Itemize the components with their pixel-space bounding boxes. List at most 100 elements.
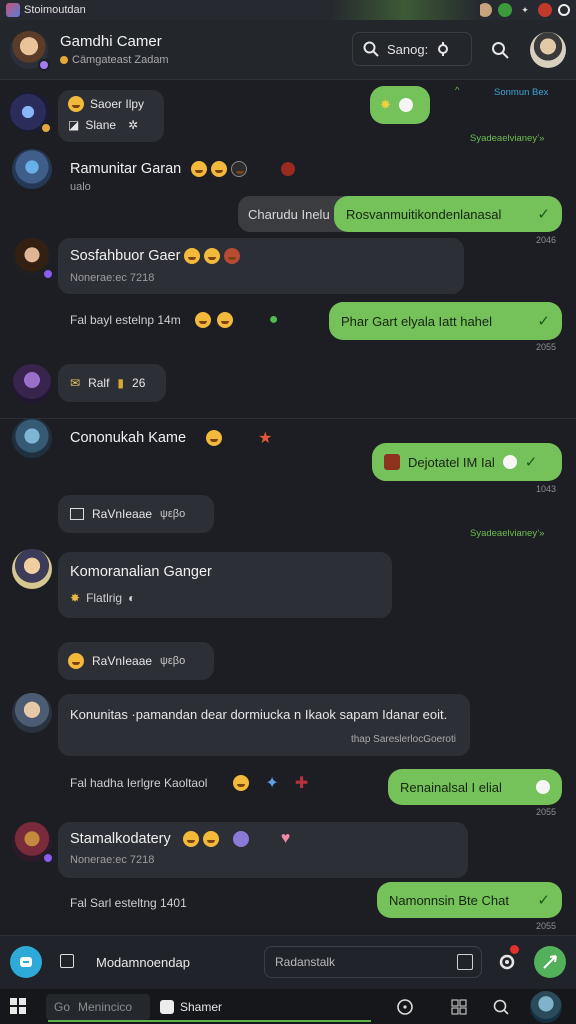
avatar-icon[interactable] [478,3,492,17]
circle-icon[interactable] [558,4,570,16]
sword-icon[interactable]: ✦ [518,3,532,17]
message-bubble-in[interactable]: RaVnIeaae ψεβο [58,642,214,680]
emoji-icon [231,161,248,177]
system-line: Fal bayl estelnp 14m ● [70,311,279,328]
message-bubble-out[interactable]: Namonnsin Bte Chat ✓ [377,882,562,918]
green-label: Syadeaelvianey’» [470,133,545,144]
emoji-icon [233,775,250,791]
message-list[interactable]: ✸ ^ Sonmun Bex Saoer Ilpy ◪ Slane ✲ Syad… [0,81,576,935]
chat-subtitle: Cämgateast Zadam [60,54,169,66]
shield-icon [398,98,413,112]
taskbar-app[interactable]: Shamer [160,994,222,1020]
emoji-icon [224,248,241,264]
attach-icon[interactable] [457,954,473,970]
home-icon [20,957,32,967]
message-bubble-in[interactable]: Komoranalian Ganger ✸ Flatlrig ◐ [58,552,392,618]
message-bubble-in[interactable]: RaVnIeaae ψεβο [58,495,214,533]
taskbar-search[interactable]: Go Menincico [46,994,150,1020]
message-bubble-out[interactable]: Phar Gart elyala Iatt hahel ✓ [329,302,562,340]
emoji-icon [182,831,199,847]
message-bubble-out[interactable]: Renainalsal I elial [388,769,562,805]
message-bubble-out[interactable]: Rosvanmuitikondenlanasal ✓ [334,196,562,232]
avatar[interactable] [12,149,52,189]
timestamp: 2055 [536,807,557,817]
avatar[interactable] [10,92,52,134]
emoji-icon [204,248,221,264]
hint-label: Sonmun Bex [494,87,549,98]
chat-header: Gamdhi Camer Cämgateast Zadam Sanog: [0,20,576,80]
spiral-icon: ◐ [128,591,136,605]
alien-icon: ● [268,311,279,328]
search-icon[interactable] [492,998,510,1016]
avatar[interactable] [12,549,52,589]
settings-icon[interactable] [496,951,518,973]
avatar[interactable] [12,418,52,458]
message-input[interactable]: Radanstalk [264,946,482,978]
star-icon: ★ [258,430,273,447]
system-bar: Stoimoutdan ✦ [0,0,576,20]
message-bubble-in[interactable]: Saoer Ilpy ◪ Slane ✲ [58,90,164,142]
checkbox-icon[interactable] [60,954,74,968]
sparkle-icon: ✸ [380,97,391,112]
check-icon: ✓ [524,454,538,471]
timestamp: 2046 [536,235,557,245]
divider [0,418,576,419]
chat-app-icon [160,1000,174,1014]
message-bubble-out[interactable]: Dejotatel IM Ial ✓ [372,443,562,481]
message-bubble-out[interactable]: ✸ [370,86,430,124]
sparkle-icon: ✸ [70,591,81,605]
clock-icon[interactable] [396,998,414,1016]
status-dot [60,56,68,64]
emoji-icon [191,161,208,177]
sender-name: Komoranalian Ganger [70,564,212,580]
user-avatar[interactable] [530,991,562,1023]
check-icon: ✓ [537,313,550,330]
avatar[interactable] [12,822,54,864]
user-avatar[interactable] [530,32,566,68]
emoji-icon [211,161,228,177]
message-bubble-in[interactable]: Konunitas ·pamandan dear dormiucka n Ika… [58,694,470,756]
message-bubble-in[interactable]: ✉ Ralf ▮ 26 [58,364,166,402]
star-icon: ✲ [128,118,139,132]
avatar[interactable] [12,238,54,280]
gift-icon [384,454,400,470]
home-button[interactable] [10,946,42,978]
coin-icon: ▮ [117,376,125,390]
shield-icon [502,455,517,469]
gear-icon [438,42,449,56]
timestamp: 2055 [536,921,557,931]
message-bubble-in[interactable]: Sosfahbuor Gaer Nonerae:ec 7218 [58,238,464,294]
notification-badge [510,945,519,954]
system-line: Fal Sarl esteltng 1401 [70,896,187,910]
chat-title: Gamdhi Camer [60,33,162,50]
emoji-icon [216,312,233,328]
apps-icon[interactable] [450,998,468,1016]
sender-subtitle: Nonerae:ec 7218 [70,272,155,284]
avatar[interactable] [12,693,52,733]
start-icon[interactable] [10,998,26,1014]
check-icon: ✓ [537,892,550,909]
check-icon: ✓ [537,206,550,223]
shield-icon[interactable] [538,3,552,17]
avatar[interactable] [12,364,52,404]
emoji-icon [184,248,201,264]
bookmark-icon: ◪ [68,118,80,132]
mail-icon: ✉ [70,376,81,390]
green-app-icon[interactable] [498,3,512,17]
contact-avatar[interactable] [10,30,50,71]
badge-icon [232,831,249,847]
timestamp: 1043 [536,484,557,494]
composer-label: Modamnoendap [96,955,190,970]
green-label: Syadeaelvianey’» [470,528,545,539]
search-icon[interactable] [488,38,512,62]
taskbar: Go Menincico Shamer [0,989,576,1024]
emoji-icon [206,430,223,446]
message-bubble-in[interactable]: Stamalkodatery ♥ Nonerae:ec 7218 [58,822,468,878]
header-search-button[interactable]: Sanog: [352,32,472,66]
send-button[interactable] [534,946,566,978]
search-label: Sanog: [387,41,429,57]
sender-subtitle: ualo [70,181,91,193]
search-icon [363,41,379,57]
system-line: Fal hadha Ierlgre Kaoltaol ✦ ✚ [70,775,309,792]
taskbar-progress [48,1020,371,1022]
